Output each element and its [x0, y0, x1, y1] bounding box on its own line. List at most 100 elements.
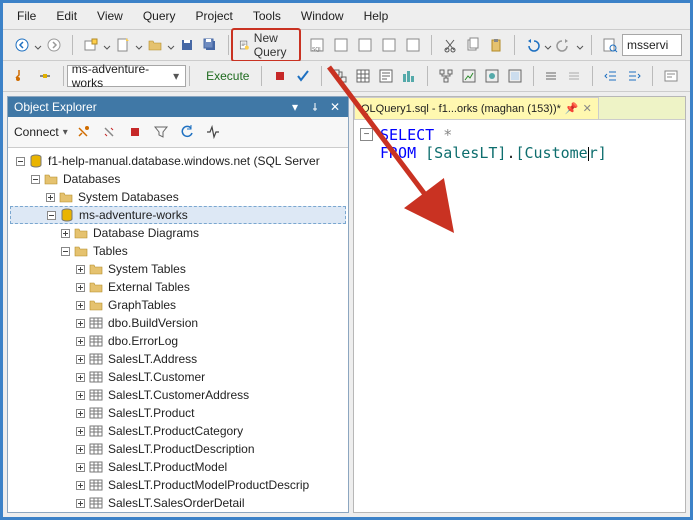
open-icon[interactable]: [144, 34, 166, 56]
menu-project[interactable]: Project: [186, 7, 243, 25]
collapse-icon[interactable]: [29, 173, 41, 185]
expand-icon[interactable]: [74, 353, 86, 365]
tree-table-item[interactable]: SalesLT.ProductCategory: [10, 422, 346, 440]
chevron-down-icon[interactable]: [167, 41, 175, 49]
copy-icon[interactable]: [462, 34, 484, 56]
sq-stats-icon[interactable]: [458, 65, 480, 87]
chevron-down-icon[interactable]: ▾: [63, 127, 68, 138]
combo-server-type[interactable]: msservi: [622, 34, 682, 56]
expand-icon[interactable]: [74, 389, 86, 401]
autohide-options-icon[interactable]: ▾: [288, 100, 302, 114]
tree-sys-tables[interactable]: System Tables: [10, 260, 346, 278]
results-grid-icon[interactable]: [352, 65, 374, 87]
expand-icon[interactable]: [74, 335, 86, 347]
menu-file[interactable]: File: [7, 7, 46, 25]
menu-query[interactable]: Query: [133, 7, 186, 25]
tree-server[interactable]: f1-help-manual.database.windows.net (SQL…: [10, 152, 346, 170]
oe-disconnect-icon[interactable]: [98, 121, 120, 143]
save-icon[interactable]: [176, 34, 198, 56]
tree-table-item[interactable]: SalesLT.ProductModel: [10, 458, 346, 476]
chevron-down-icon[interactable]: [135, 41, 143, 49]
database-combo[interactable]: ms-adventure-works ▾: [67, 65, 186, 87]
disconnect-icon[interactable]: [34, 65, 56, 87]
connect-change-icon[interactable]: [11, 65, 33, 87]
newq-dax-icon[interactable]: [402, 34, 424, 56]
collapse-icon[interactable]: [45, 209, 57, 221]
tree-diagrams[interactable]: Database Diagrams: [10, 224, 346, 242]
tree-table-item[interactable]: SalesLT.Customer: [10, 368, 346, 386]
connect-label[interactable]: Connect: [14, 125, 59, 139]
chevron-down-icon[interactable]: [103, 41, 111, 49]
oe-connect-icon[interactable]: [72, 121, 94, 143]
outline-collapse-icon[interactable]: −: [360, 128, 373, 141]
sq-spatial-icon[interactable]: [504, 65, 526, 87]
plan-button[interactable]: [329, 65, 351, 87]
new-project-icon[interactable]: [80, 34, 102, 56]
save-all-icon[interactable]: [199, 34, 221, 56]
tree-tables[interactable]: Tables: [10, 242, 346, 260]
object-explorer-tree[interactable]: f1-help-manual.database.windows.net (SQL…: [8, 148, 348, 512]
menu-edit[interactable]: Edit: [46, 7, 87, 25]
newq-xmla-icon[interactable]: [378, 34, 400, 56]
expand-icon[interactable]: [74, 299, 86, 311]
tree-ext-tables[interactable]: External Tables: [10, 278, 346, 296]
tab-close-icon[interactable]: ✕: [583, 102, 592, 115]
tree-user-db[interactable]: ms-adventure-works: [10, 206, 346, 224]
expand-icon[interactable]: [74, 443, 86, 455]
live-stats-icon[interactable]: [398, 65, 420, 87]
undo-icon[interactable]: [521, 34, 543, 56]
expand-icon[interactable]: [74, 425, 86, 437]
comment-icon[interactable]: [540, 65, 562, 87]
menu-tools[interactable]: Tools: [243, 7, 291, 25]
new-query-button[interactable]: New Query: [231, 28, 301, 62]
expand-icon[interactable]: [44, 191, 56, 203]
expand-icon[interactable]: [74, 461, 86, 473]
find-icon[interactable]: [599, 34, 621, 56]
expand-icon[interactable]: [74, 317, 86, 329]
newq-sql-icon[interactable]: SQL: [306, 34, 328, 56]
stop-icon[interactable]: [269, 65, 291, 87]
chevron-down-icon[interactable]: [544, 41, 552, 49]
execute-button[interactable]: Execute: [193, 65, 259, 87]
tree-table-item[interactable]: SalesLT.Address: [10, 350, 346, 368]
tree-table-item[interactable]: SalesLT.ProductModelProductDescrip: [10, 476, 346, 494]
specify-values-icon[interactable]: [660, 65, 682, 87]
tree-databases[interactable]: Databases: [10, 170, 346, 188]
editor-tab[interactable]: QLQuery1.sql - f1...orks (maghan (153))*…: [354, 97, 599, 119]
tree-table-item[interactable]: SalesLT.ProductDescription: [10, 440, 346, 458]
expand-icon[interactable]: [74, 497, 86, 509]
nav-back-button[interactable]: [11, 34, 33, 56]
menu-view[interactable]: View: [87, 7, 133, 25]
expand-icon[interactable]: [74, 407, 86, 419]
tree-table-item[interactable]: dbo.ErrorLog: [10, 332, 346, 350]
paste-icon[interactable]: [485, 34, 507, 56]
tree-table-item[interactable]: dbo.BuildVersion: [10, 314, 346, 332]
tree-graph-tables[interactable]: GraphTables: [10, 296, 346, 314]
nav-fwd-button[interactable]: [43, 34, 65, 56]
expand-icon[interactable]: [59, 227, 71, 239]
uncomment-icon[interactable]: [563, 65, 585, 87]
close-icon[interactable]: ✕: [328, 100, 342, 114]
oe-stop-icon[interactable]: [124, 121, 146, 143]
menu-help[interactable]: Help: [354, 7, 399, 25]
cut-icon[interactable]: [439, 34, 461, 56]
oe-filter-icon[interactable]: [150, 121, 172, 143]
tree-table-item[interactable]: SalesLT.Product: [10, 404, 346, 422]
activity-icon[interactable]: [202, 121, 224, 143]
tree-table-item[interactable]: SalesLT.CustomerAddress: [10, 386, 346, 404]
newq-mdx-icon[interactable]: [354, 34, 376, 56]
sq-include-icon[interactable]: [481, 65, 503, 87]
newq-dmx-icon[interactable]: [330, 34, 352, 56]
new-item-icon[interactable]: [112, 34, 134, 56]
refresh-icon[interactable]: [176, 121, 198, 143]
expand-icon[interactable]: [74, 281, 86, 293]
chevron-down-icon[interactable]: [576, 41, 584, 49]
parse-icon[interactable]: [292, 65, 314, 87]
sq-plan-icon[interactable]: [435, 65, 457, 87]
tree-table-item[interactable]: SalesLT.SalesOrderDetail: [10, 494, 346, 512]
expand-icon[interactable]: [74, 479, 86, 491]
results-text-icon[interactable]: [375, 65, 397, 87]
tree-system-databases[interactable]: System Databases: [10, 188, 346, 206]
pin-icon[interactable]: [308, 100, 322, 114]
redo-icon[interactable]: [553, 34, 575, 56]
